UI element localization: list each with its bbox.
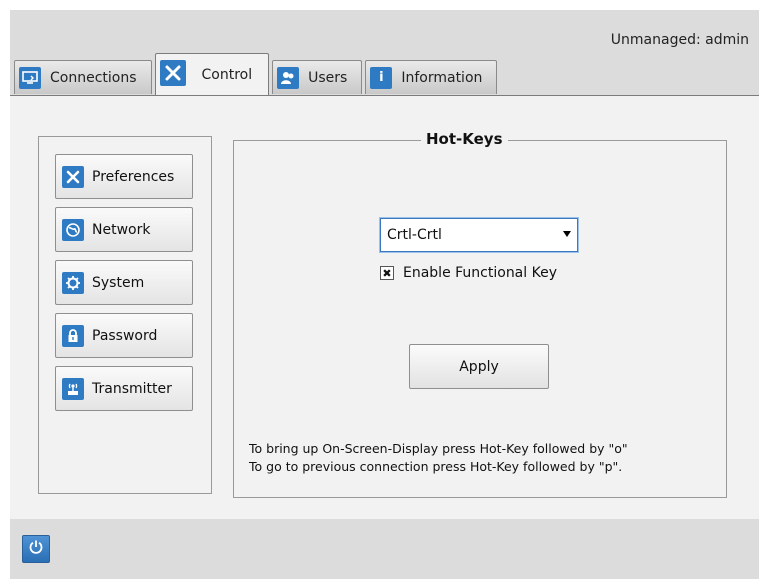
- chevron-down-icon[interactable]: [563, 231, 571, 237]
- tab-bar: Connections Control Users i Information: [14, 52, 500, 95]
- tab-connections[interactable]: Connections: [14, 60, 152, 94]
- sidebar-item-label: Preferences: [92, 168, 175, 185]
- power-button[interactable]: [22, 535, 50, 563]
- tab-users[interactable]: Users: [272, 60, 363, 94]
- password-button[interactable]: Password: [55, 313, 193, 358]
- sidebar-item-label: Transmitter: [92, 380, 172, 397]
- control-sidebar: Preferences Network System Password Tran…: [38, 136, 212, 494]
- sidebar-item-label: Network: [92, 221, 151, 238]
- hint-previous-connection: To go to previous connection press Hot-K…: [249, 459, 623, 474]
- user-status: Unmanaged: admin: [610, 32, 749, 48]
- tab-label: Information: [401, 69, 483, 86]
- functional-key-row: ✖ Enable Functional Key: [380, 265, 557, 281]
- sidebar-item-label: System: [92, 274, 145, 291]
- connections-icon: [19, 66, 41, 89]
- system-button[interactable]: System: [55, 260, 193, 305]
- preferences-button[interactable]: Preferences: [55, 154, 193, 199]
- tab-label: Users: [308, 69, 348, 86]
- tab-label: Control: [201, 66, 253, 83]
- network-button[interactable]: Network: [55, 207, 193, 252]
- hotkeys-panel: Hot-Keys Crtl-Crtl ✖ Enable Functional K…: [233, 130, 727, 498]
- tab-control[interactable]: Control: [154, 53, 270, 95]
- bottom-bar: [10, 519, 759, 579]
- wrench-screwdriver-icon: [62, 165, 84, 188]
- transmitter-icon: [62, 377, 84, 400]
- tab-information[interactable]: i Information: [365, 60, 498, 94]
- info-icon: i: [370, 66, 393, 89]
- hotkey-select-value: Crtl-Crtl: [387, 227, 442, 243]
- globe-icon: [62, 218, 84, 241]
- transmitter-button[interactable]: Transmitter: [55, 366, 193, 411]
- hint-osd: To bring up On-Screen-Display press Hot-…: [249, 441, 628, 456]
- control-page: Preferences Network System Password Tran…: [10, 95, 759, 520]
- users-icon: [277, 66, 300, 89]
- power-icon: [28, 539, 44, 559]
- functional-key-checkbox[interactable]: ✖: [380, 266, 394, 280]
- sidebar-item-label: Password: [92, 327, 158, 344]
- apply-button[interactable]: Apply: [409, 344, 549, 389]
- tab-label: Connections: [50, 69, 137, 86]
- functional-key-label: Enable Functional Key: [403, 265, 557, 281]
- hotkey-select[interactable]: Crtl-Crtl: [380, 218, 578, 252]
- hotkeys-title: Hot-Keys: [421, 130, 508, 148]
- wrench-screwdriver-icon: [159, 59, 186, 86]
- gear-icon: [62, 271, 84, 294]
- lock-icon: [62, 324, 84, 347]
